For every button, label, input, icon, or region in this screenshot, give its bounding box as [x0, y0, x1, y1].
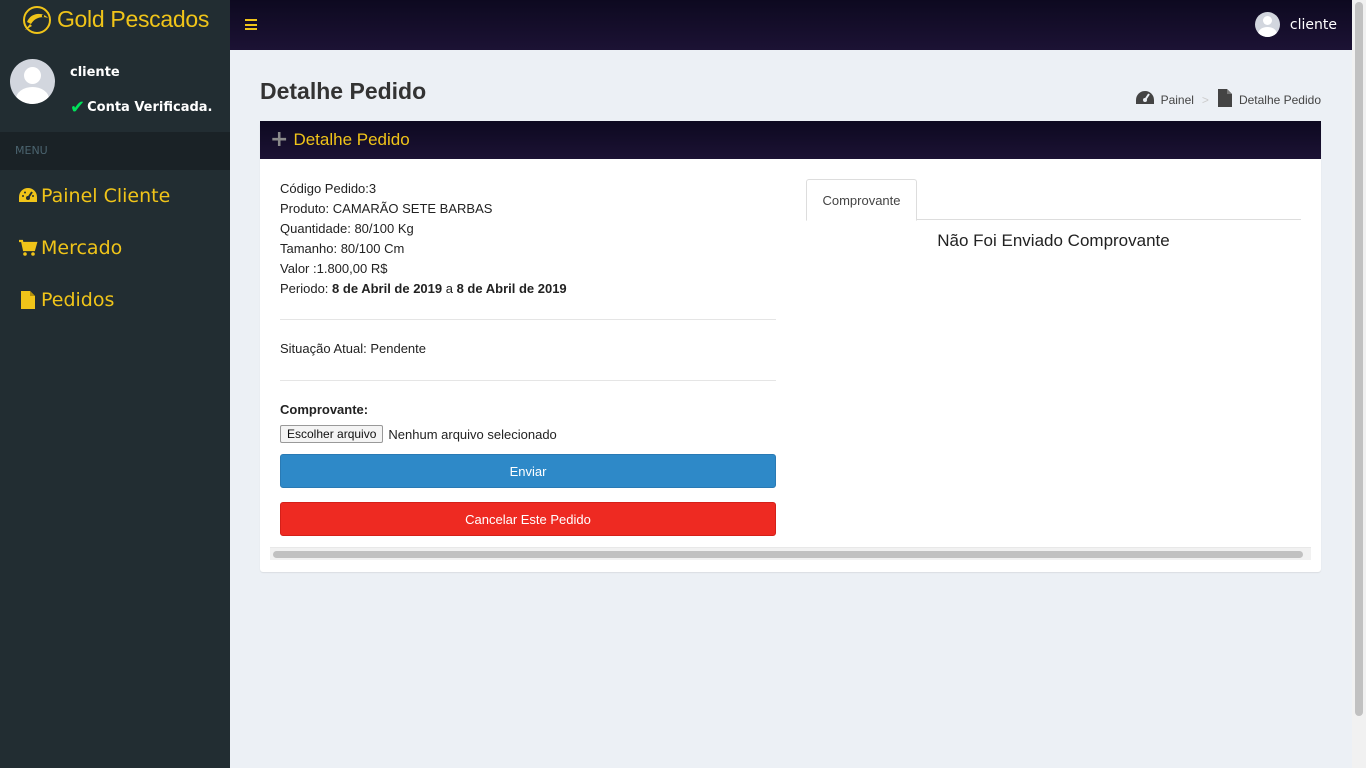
- order-details: Código Pedido:3 Produto: CAMARÃO SETE BA…: [280, 179, 567, 299]
- scrollbar-thumb[interactable]: [1355, 2, 1363, 716]
- logo[interactable]: Gold Pescados: [0, 0, 230, 50]
- order-status: Situação Atual: Pendente: [280, 341, 427, 356]
- user-status: ✔ Conta Verificada.: [70, 96, 213, 118]
- avatar: [1254, 12, 1280, 37]
- file-status: Nenhum arquivo selecionado: [388, 426, 557, 442]
- dashboard-icon: [17, 187, 39, 205]
- sidebar-item-label: Mercado: [41, 237, 123, 259]
- file-icon: [17, 290, 39, 310]
- send-button[interactable]: Enviar: [280, 454, 776, 488]
- user-panel: cliente ✔ Conta Verificada.: [0, 50, 230, 132]
- tabs: Comprovante: [806, 179, 1301, 221]
- comprovante-label: Comprovante:: [280, 402, 369, 417]
- top-navbar: cliente: [230, 0, 1352, 50]
- sidebar-item-mercado[interactable]: Mercado: [0, 222, 230, 274]
- sidebar-item-painel-cliente[interactable]: Painel Cliente: [0, 170, 230, 222]
- cancel-order-button[interactable]: Cancelar Este Pedido: [280, 502, 776, 536]
- sidebar-item-label: Pedidos: [41, 289, 115, 311]
- vertical-scrollbar[interactable]: [1352, 0, 1366, 768]
- order-size: Tamanho: 80/100 Cm: [280, 241, 405, 256]
- hamburger-menu-icon[interactable]: [245, 19, 257, 30]
- period-start: 8 de Abril de 2019: [332, 281, 443, 296]
- sidebar-item-pedidos[interactable]: Pedidos: [0, 274, 230, 326]
- period-label: Periodo:: [280, 281, 333, 296]
- order-detail-box: + Detalhe Pedido Código Pedido:3 Produto…: [260, 121, 1321, 572]
- horizontal-scrollbar[interactable]: [270, 547, 1311, 560]
- plus-icon: +: [270, 127, 289, 152]
- box-title: Detalhe Pedido: [293, 130, 410, 149]
- avatar: [10, 59, 55, 104]
- dashboard-icon: [1135, 90, 1155, 109]
- breadcrumb-separator: >: [1201, 92, 1209, 107]
- period-end: 8 de Abril de 2019: [456, 281, 567, 296]
- order-product: Produto: CAMARÃO SETE BARBAS: [280, 201, 493, 216]
- divider: [280, 380, 776, 381]
- tab-message: Não Foi Enviado Comprovante: [937, 231, 1170, 250]
- choose-file-button[interactable]: Escolher arquivo: [280, 425, 384, 443]
- scrollbar-thumb[interactable]: [273, 551, 1303, 558]
- file-icon: [1217, 88, 1233, 111]
- breadcrumb: Painel > Detalhe Pedido: [1135, 88, 1321, 111]
- logo-text: Gold Pescados: [56, 5, 210, 32]
- file-input: Escolher arquivo Nenhum arquivo selecion…: [280, 425, 557, 443]
- sidebar-user-name: cliente: [70, 65, 120, 80]
- page-title: Detalhe Pedido: [260, 78, 427, 104]
- order-period: Periodo: 8 de Abril de 2019 a 8 de Abril…: [280, 279, 567, 299]
- divider: [280, 319, 776, 320]
- sidebar: Gold Pescados cliente ✔ Conta Verificada…: [0, 0, 230, 768]
- shopping-cart-icon: [17, 239, 39, 257]
- order-code: Código Pedido:3: [280, 181, 377, 196]
- user-status-label: Conta Verificada.: [87, 100, 213, 115]
- period-separator: a: [442, 281, 457, 296]
- menu-header: MENU: [0, 132, 230, 170]
- order-value: Valor :1.800,00 R$: [280, 261, 388, 276]
- check-icon: ✔: [70, 96, 86, 118]
- topbar-user-name: cliente: [1289, 16, 1337, 33]
- breadcrumb-current: Detalhe Pedido: [1238, 92, 1321, 107]
- user-menu[interactable]: cliente: [1254, 12, 1337, 37]
- tab-comprovante[interactable]: Comprovante: [806, 179, 917, 221]
- breadcrumb-painel[interactable]: Painel: [1161, 93, 1194, 107]
- sidebar-item-label: Painel Cliente: [41, 185, 171, 207]
- box-header: + Detalhe Pedido: [260, 121, 1321, 159]
- order-quantity: Quantidade: 80/100 Kg: [280, 221, 414, 236]
- shrimp-logo-icon: [22, 6, 51, 34]
